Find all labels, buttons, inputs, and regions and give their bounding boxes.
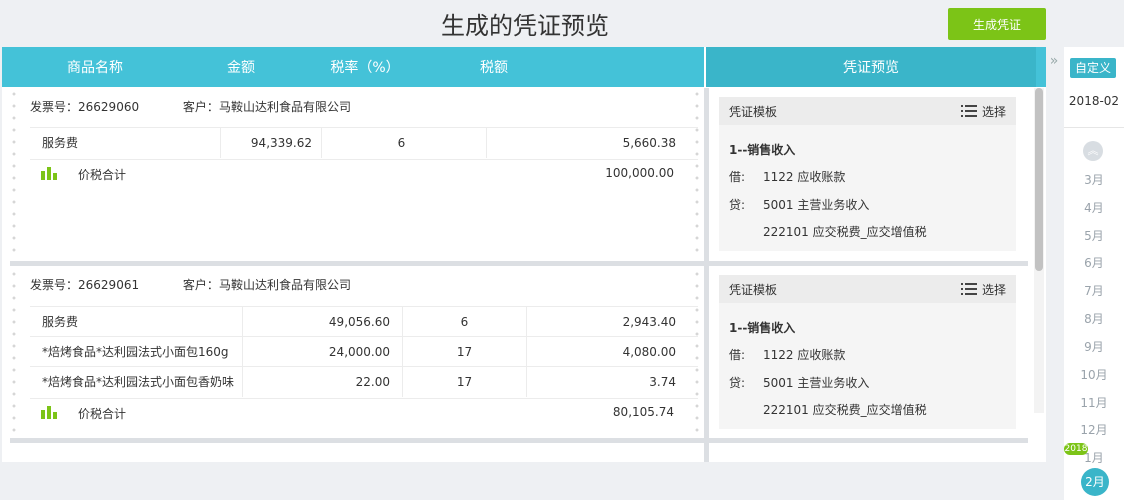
item-amount: 49,056.60 bbox=[242, 307, 390, 337]
current-period: 2018-02 bbox=[1068, 94, 1120, 108]
invoice-no-label: 发票号： bbox=[30, 100, 79, 114]
month-item[interactable]: 7月 bbox=[1064, 282, 1124, 299]
item-tax: 4,080.00 bbox=[526, 337, 676, 367]
month-item[interactable]: 12月 bbox=[1064, 421, 1124, 438]
scroll-up-icon[interactable]: ︽ bbox=[1083, 141, 1103, 161]
bar-chart-icon bbox=[41, 164, 59, 180]
expand-icon[interactable]: » bbox=[1046, 47, 1062, 77]
credit-account: 222101 应交税费_应交增值税 bbox=[763, 225, 927, 239]
select-template-button[interactable]: 选择 bbox=[960, 103, 1006, 120]
credit-line-2: 222101 应交税费_应交增值税 bbox=[729, 401, 927, 418]
invoice-no-label: 发票号： bbox=[30, 278, 79, 292]
perforation-left-1 bbox=[12, 88, 16, 260]
item-rate: 17 bbox=[402, 337, 526, 367]
scrollbar-thumb[interactable] bbox=[1035, 88, 1043, 271]
generate-voucher-button[interactable]: 生成凭证 bbox=[948, 8, 1046, 40]
select-label: 选择 bbox=[981, 104, 1006, 119]
item-amount: 22.00 bbox=[242, 367, 390, 397]
month-item[interactable]: 6月 bbox=[1064, 254, 1124, 271]
customer-name: 马鞍山达利食品有限公司 bbox=[218, 100, 351, 114]
table-row: *焙烤食品*达利园法式小面包160g 24,000.00 17 4,080.00 bbox=[30, 336, 698, 367]
item-name: 服务费 bbox=[42, 136, 79, 150]
invoice-no: 26629061 bbox=[78, 278, 140, 292]
voucher-template-label: 凭证模板 bbox=[729, 282, 778, 297]
item-rate: 6 bbox=[402, 307, 526, 337]
debit-line: 借: 1122 应收账款 bbox=[729, 168, 845, 185]
month-item[interactable]: 11月 bbox=[1064, 394, 1124, 411]
voucher-preview-header: 凭证预览 bbox=[706, 47, 1036, 87]
total-label: 价税合计 bbox=[78, 407, 127, 421]
select-template-button[interactable]: 选择 bbox=[960, 281, 1006, 298]
list-icon bbox=[960, 105, 977, 117]
item-amount: 24,000.00 bbox=[242, 337, 390, 367]
voucher-name: 1--销售收入 bbox=[729, 321, 796, 335]
customer-label: 客户： bbox=[182, 100, 219, 114]
table-row: 服务费 49,056.60 6 2,943.40 bbox=[30, 306, 698, 337]
month-item[interactable]: 4月 bbox=[1064, 199, 1124, 216]
total-label: 价税合计 bbox=[78, 168, 127, 182]
item-amount: 94,339.62 bbox=[220, 128, 312, 158]
debit-account: 1122 应收账款 bbox=[763, 170, 846, 184]
credit-account: 5001 主营业务收入 bbox=[763, 376, 870, 390]
voucher-card: 凭证模板 选择 1--销售收入 借: 1122 应收账款 贷: 5001 主营业务收… bbox=[719, 97, 1016, 251]
credit-account: 5001 主营业务收入 bbox=[763, 198, 870, 212]
invoice-header: 发票号：26629061 客户：马鞍山达利食品有限公司 bbox=[30, 276, 351, 293]
debit-line: 借: 1122 应收账款 bbox=[729, 346, 845, 363]
month-item[interactable]: 9月 bbox=[1064, 338, 1124, 355]
customer-name: 马鞍山达利食品有限公司 bbox=[218, 278, 351, 292]
month-item[interactable]: 5月 bbox=[1064, 227, 1124, 244]
table-header: 商品名称 金额 税率（%） 税额 凭证预览 bbox=[2, 47, 1046, 87]
item-tax: 5,660.38 bbox=[486, 128, 676, 158]
total-value: 100,000.00 bbox=[605, 166, 674, 180]
invoice-total-row: 价税合计 100,000.00 bbox=[30, 159, 698, 187]
col-tax-header: 税额 bbox=[480, 60, 508, 76]
bar-chart-icon bbox=[41, 403, 59, 419]
item-name: 服务费 bbox=[42, 315, 79, 329]
customer-label: 客户： bbox=[182, 278, 219, 292]
custom-period-button[interactable]: 自定义 bbox=[1070, 58, 1116, 78]
item-name: *焙烤食品*达利园法式小面包160g bbox=[42, 345, 229, 359]
debit-label: 借: bbox=[729, 170, 746, 184]
credit-line: 贷: 5001 主营业务收入 bbox=[729, 196, 869, 213]
month-item[interactable]: 8月 bbox=[1064, 310, 1124, 327]
column-splitter bbox=[704, 88, 709, 462]
current-month-button[interactable]: 2月 bbox=[1081, 468, 1109, 496]
invoice-header: 发票号：26629060 客户：马鞍山达利食品有限公司 bbox=[30, 98, 351, 115]
credit-label: 贷: bbox=[729, 198, 746, 212]
voucher-name: 1--销售收入 bbox=[729, 143, 796, 157]
list-icon bbox=[960, 283, 977, 295]
invoice-total-row: 价税合计 80,105.74 bbox=[30, 398, 698, 426]
total-value: 80,105.74 bbox=[612, 405, 674, 419]
credit-line: 贷: 5001 主营业务收入 bbox=[729, 374, 869, 391]
invoice-no: 26629060 bbox=[78, 100, 140, 114]
col-name-header: 商品名称 bbox=[67, 60, 123, 76]
item-tax: 2,943.40 bbox=[526, 307, 676, 337]
select-label: 选择 bbox=[981, 282, 1006, 297]
col-rate-header: 税率（%） bbox=[330, 60, 400, 76]
voucher-divider bbox=[709, 261, 1028, 266]
voucher-divider bbox=[709, 438, 1028, 443]
debit-account: 1122 应收账款 bbox=[763, 348, 846, 362]
year-badge: 2018 bbox=[1064, 443, 1088, 455]
voucher-template-label: 凭证模板 bbox=[729, 104, 778, 119]
credit-line-2: 222101 应交税费_应交增值税 bbox=[729, 223, 927, 240]
credit-label: 贷: bbox=[729, 376, 746, 390]
credit-account: 222101 应交税费_应交增值税 bbox=[763, 403, 927, 417]
item-rate: 17 bbox=[402, 367, 526, 397]
voucher-card: 凭证模板 选择 1--销售收入 借: 1122 应收账款 贷: 5001 主营业务收… bbox=[719, 275, 1016, 429]
item-rate: 6 bbox=[321, 128, 481, 158]
perforation-left-2 bbox=[12, 268, 16, 436]
period-sidebar: 自定义 2018-02 ︽ 3月 4月 5月 6月 7月 8月 9月 10月 1… bbox=[1064, 47, 1124, 500]
page-title: 生成的凭证预览 bbox=[441, 12, 609, 40]
item-name: *焙烤食品*达利园法式小面包香奶味 bbox=[42, 375, 235, 389]
month-item[interactable]: 3月 bbox=[1064, 171, 1124, 188]
table-row: *焙烤食品*达利园法式小面包香奶味 22.00 17 3.74 bbox=[30, 366, 698, 397]
table-row: 服务费 94,339.62 6 5,660.38 bbox=[30, 127, 698, 158]
col-amount-header: 金额 bbox=[227, 60, 255, 76]
item-tax: 3.74 bbox=[526, 367, 676, 397]
debit-label: 借: bbox=[729, 348, 746, 362]
month-item[interactable]: 10月 bbox=[1064, 366, 1124, 383]
